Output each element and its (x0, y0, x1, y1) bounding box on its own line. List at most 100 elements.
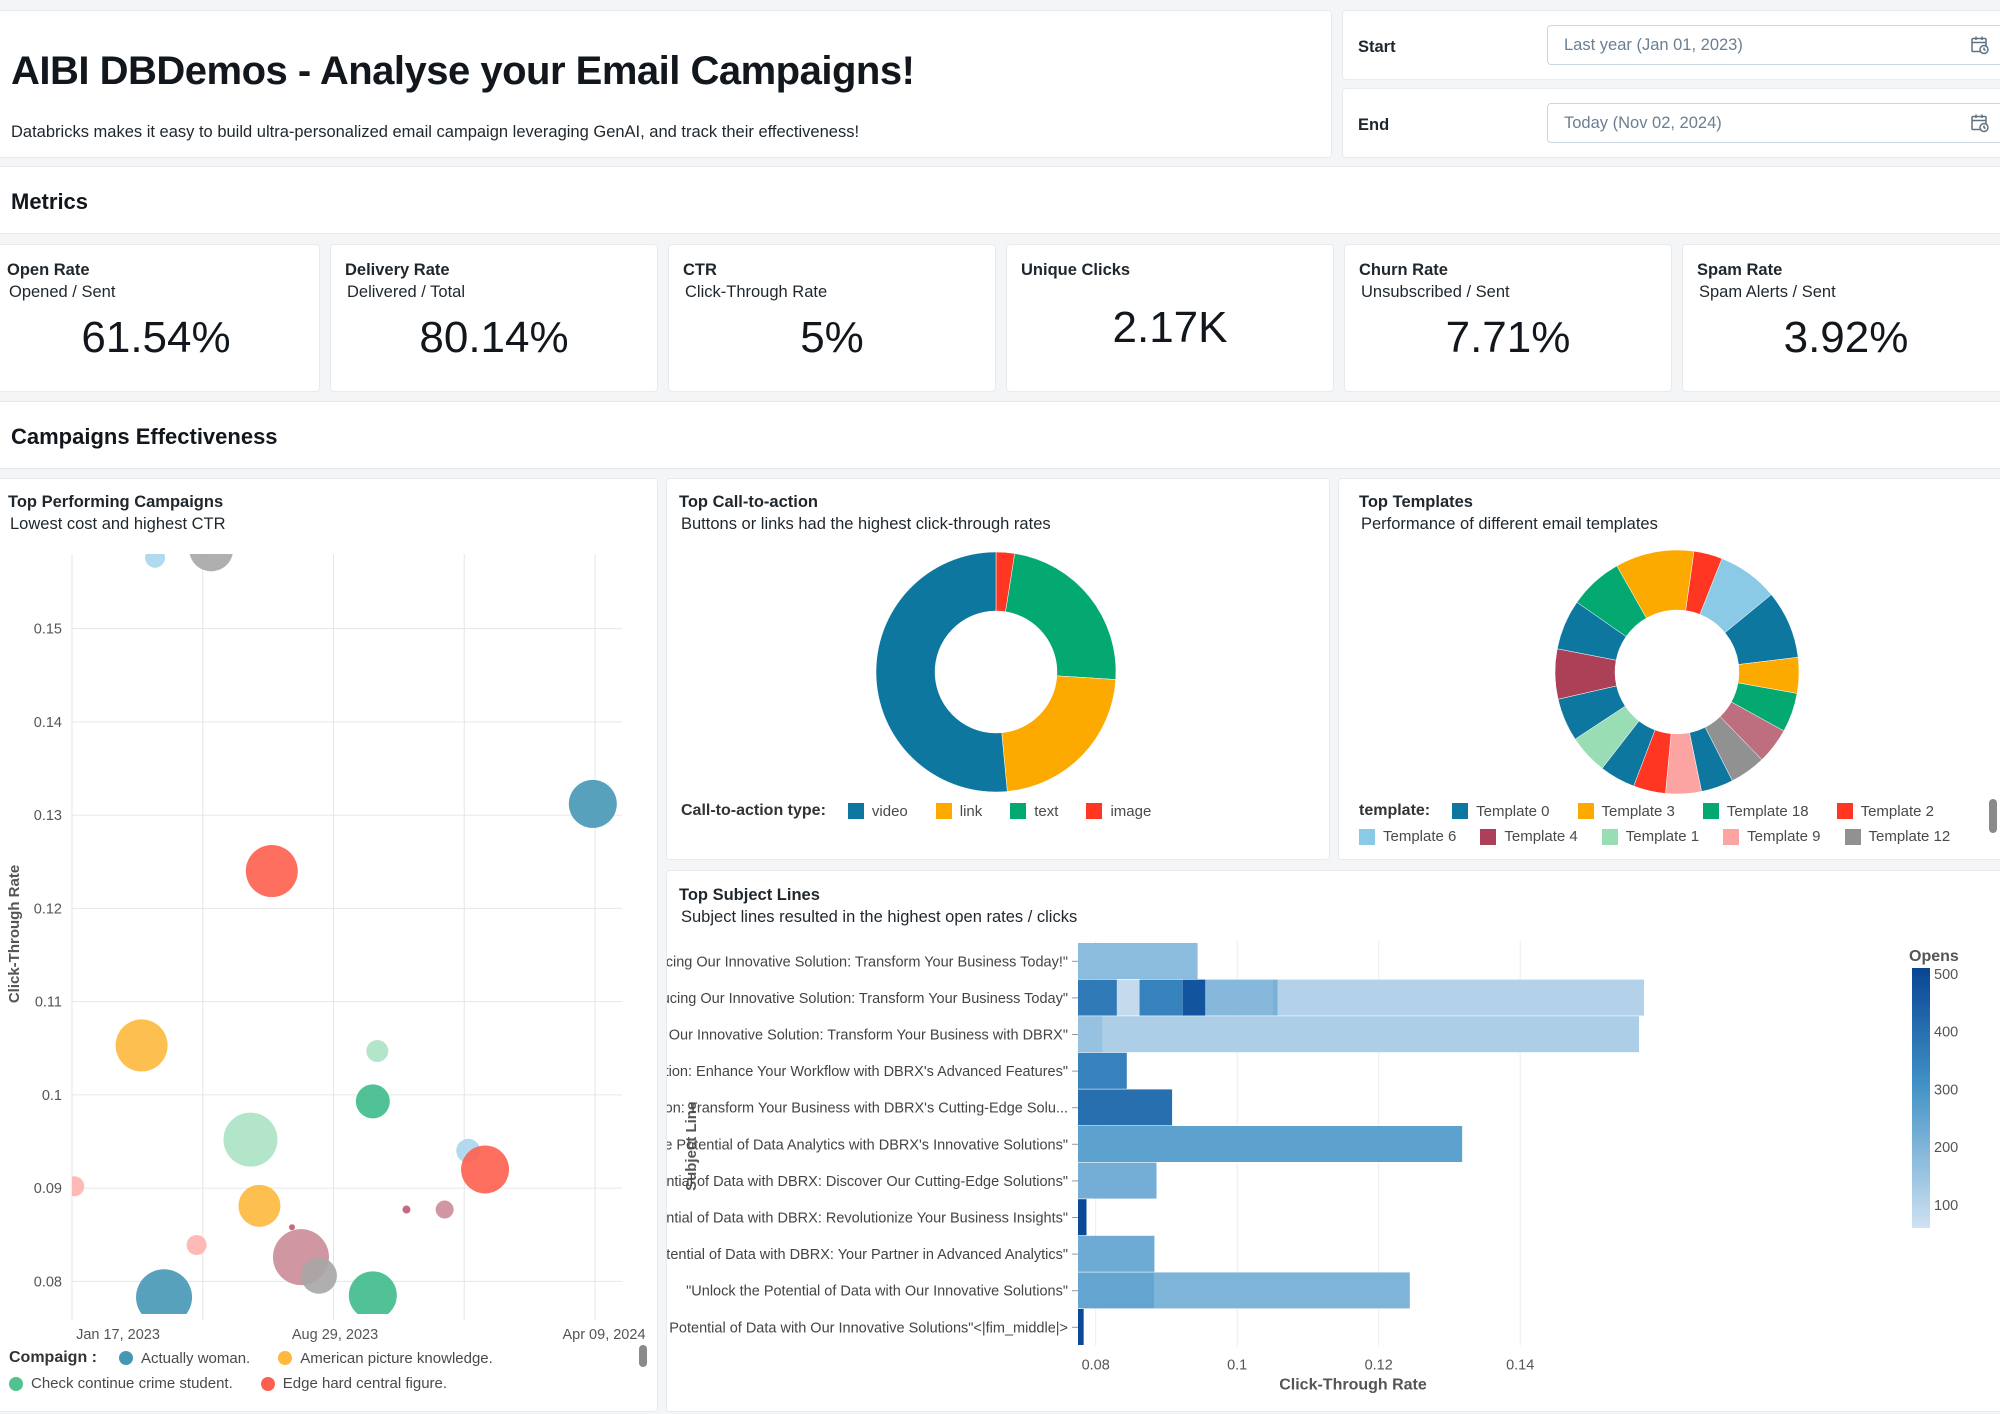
y-tick-label: 0.09 (34, 1181, 62, 1197)
calendar-clock-icon[interactable] (1970, 113, 1990, 133)
scatter-point[interactable] (366, 1040, 389, 1063)
scatter-point[interactable] (461, 1145, 510, 1194)
kpi-title: CTR (683, 261, 717, 279)
legend-label: Template 3 (1601, 802, 1675, 820)
bar-segment[interactable] (1078, 1199, 1087, 1236)
legend-item[interactable]: Template 1 (1601, 828, 1700, 845)
calendar-clock-icon[interactable] (1970, 35, 1990, 55)
scatter-legend-row-2: Check continue crime student. Edge hard … (9, 1375, 475, 1392)
scatter-point[interactable] (223, 1112, 278, 1167)
legend-item[interactable]: Template 0 (1452, 803, 1550, 820)
bar-segment[interactable] (1154, 1272, 1410, 1309)
top-subject-lines-panel: Top Subject Lines Subject lines resulted… (666, 870, 2000, 1412)
scatter-point[interactable] (238, 1184, 281, 1227)
legend-swatch (1723, 828, 1740, 845)
scatter-point[interactable] (189, 527, 233, 572)
y-category-label: "Unlock the Potential of Data with DBRX:… (667, 1247, 1068, 1263)
cta-slice[interactable] (1005, 553, 1117, 680)
legend-scrollbar[interactable] (639, 1345, 647, 1367)
scatter-point[interactable] (136, 1269, 193, 1325)
cta-slice[interactable] (1001, 675, 1117, 792)
y-tick-label: 0.14 (34, 715, 62, 731)
scatter-point[interactable] (64, 1176, 85, 1197)
legend-label: Actually woman. (141, 1349, 251, 1367)
kpi-value: 3.92% (1783, 313, 1909, 362)
scatter-point[interactable] (289, 1224, 295, 1231)
legend-item[interactable]: Template 2 (1836, 803, 1934, 820)
scatter-legend: Compaign : Actually woman. American pict… (9, 1349, 521, 1367)
bar-segment[interactable] (1078, 1126, 1463, 1162)
legend-dot (278, 1351, 293, 1365)
bar-segment[interactable] (1078, 1089, 1173, 1126)
scatter-point[interactable] (145, 548, 166, 568)
legend-item[interactable]: Template 9 (1723, 828, 1821, 845)
legend-label: image (1110, 802, 1152, 820)
legend-title: template: (1359, 802, 1431, 819)
bar-segment[interactable] (1277, 979, 1644, 1016)
legend-item[interactable]: link (935, 802, 983, 820)
legend-item[interactable]: Check continue crime student. (9, 1375, 233, 1392)
legend-item[interactable]: text (1010, 803, 1058, 820)
legend-label: Template 18 (1726, 802, 1809, 820)
legend-item[interactable]: Actually woman. (119, 1350, 250, 1367)
bar-segment[interactable] (1078, 979, 1117, 1016)
start-date-input[interactable]: Last year (Jan 01, 2023) (1547, 25, 2000, 65)
end-date-input[interactable]: Today (Nov 02, 2024) (1547, 103, 2000, 143)
start-date-placeholder: Last year (Jan 01, 2023) (1564, 36, 1743, 54)
scatter-point[interactable] (115, 1019, 168, 1072)
scatter-point[interactable] (348, 1271, 397, 1319)
legend-item[interactable]: Template 6 (1359, 828, 1456, 845)
bar-segment[interactable] (1078, 1016, 1103, 1053)
scatter-point[interactable] (568, 779, 617, 828)
cta-legend: Call-to-action type: video link text ima… (681, 802, 1179, 820)
kpi-subtitle: Unsubscribed / Sent (1361, 283, 1510, 301)
x-tick-label: Jan 17, 2023 (76, 1327, 160, 1343)
y-tick-label: 0.13 (34, 808, 62, 824)
scatter-point[interactable] (435, 1200, 454, 1219)
bar-segment[interactable] (1078, 1309, 1084, 1345)
x-axis-label: Click-Through Rate (1279, 1377, 1427, 1394)
x-tick-label: 0.14 (1506, 1358, 1534, 1374)
title-card: AIBI DBDemos - Analyse your Email Campai… (0, 10, 1332, 158)
scatter-point[interactable] (186, 1234, 207, 1255)
legend-item[interactable]: Template 12 (1844, 828, 1950, 845)
y-category-label: "Introducing Our Innovative Solution: Tr… (667, 1028, 1068, 1044)
legend-swatch (847, 803, 864, 819)
legend-item[interactable]: Template 3 (1577, 802, 1675, 820)
x-tick-label: Aug 29, 2023 (292, 1327, 378, 1343)
legend-item[interactable]: Edge hard central figure. (260, 1375, 448, 1392)
bar-segment[interactable] (1078, 1235, 1155, 1272)
scatter-point[interactable] (355, 1084, 390, 1119)
bar-segment[interactable] (1078, 943, 1198, 979)
subject-lines-bar-chart[interactable]: 0.08 0.1 0.12 0.14Click-Through RateSubject… (667, 871, 2000, 1413)
bar-segment[interactable] (1078, 1272, 1155, 1309)
bar-segment[interactable] (1116, 979, 1140, 1016)
legend-item[interactable]: video (847, 803, 908, 820)
legend-swatch (1601, 828, 1618, 845)
kpi-subtitle: Spam Alerts / Sent (1699, 283, 1836, 301)
legend-item[interactable]: American picture knowledge. (278, 1350, 493, 1367)
scatter-chart[interactable]: 0.08 0.09 0.1 0.11 0.12 0.13 0.14 0.15 Jan 17, 2… (0, 479, 659, 1413)
legend-label: Edge hard central figure. (282, 1375, 448, 1392)
cta-slice[interactable] (875, 551, 1008, 793)
scatter-point[interactable] (300, 1257, 337, 1294)
legend-label: Template 1 (1625, 828, 1700, 845)
legend-label: link (959, 802, 983, 820)
bar-segment[interactable] (1102, 1016, 1640, 1053)
color-legend-gradient (1912, 968, 1930, 1228)
legend-swatch (1702, 803, 1719, 819)
y-category-label: "Unlock the Potential of Data Analytics … (667, 1137, 1068, 1153)
legend-item[interactable]: Template 18 (1702, 802, 1809, 820)
bar-segment[interactable] (1182, 979, 1206, 1016)
x-tick-label: Apr 09, 2024 (562, 1327, 645, 1343)
legend-scrollbar[interactable] (1989, 799, 1997, 833)
bar-segment[interactable] (1139, 979, 1183, 1016)
legend-item[interactable]: Template 4 (1480, 828, 1578, 845)
bar-segment[interactable] (1205, 979, 1273, 1016)
legend-item[interactable]: image (1086, 803, 1151, 820)
bar-segment[interactable] (1272, 979, 1278, 1016)
bar-segment[interactable] (1078, 1052, 1127, 1089)
bar-segment[interactable] (1078, 1162, 1157, 1199)
scatter-point[interactable] (245, 845, 298, 898)
scatter-point[interactable] (402, 1205, 411, 1214)
